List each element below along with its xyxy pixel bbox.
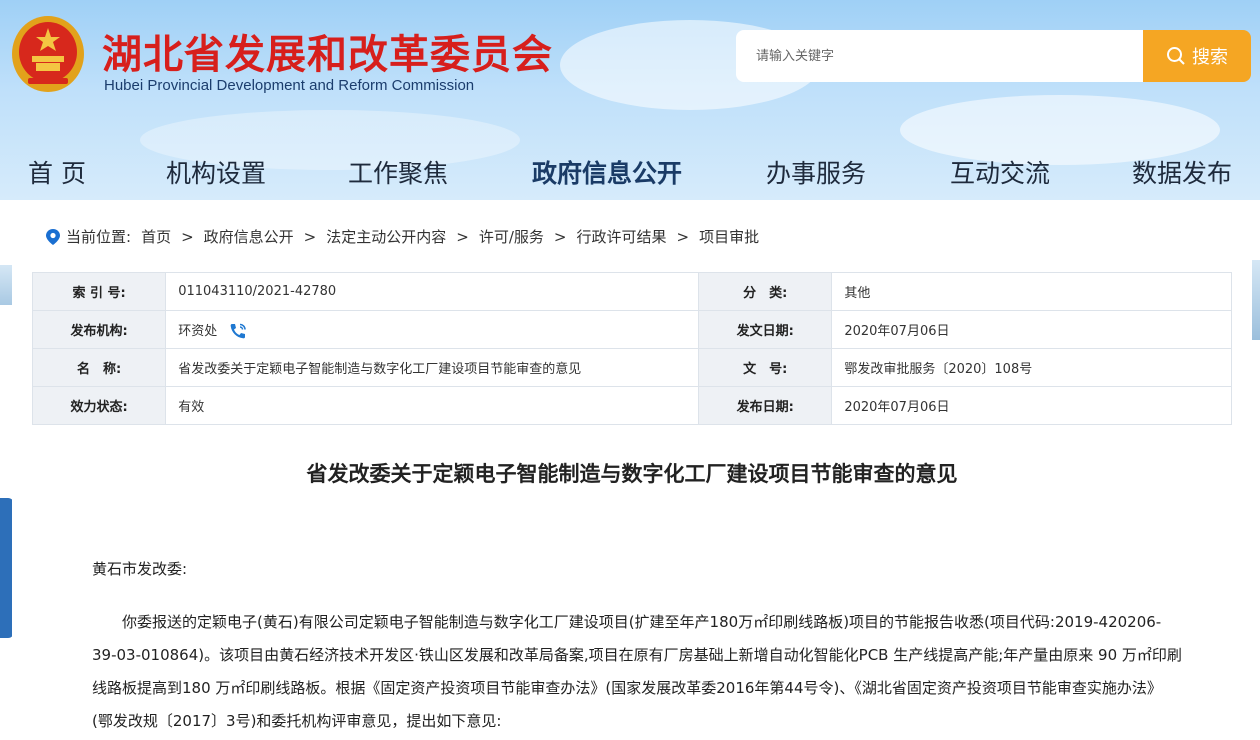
- meta-label-publish-date: 发布日期:: [698, 386, 833, 425]
- nav-work-focus[interactable]: 工作聚焦: [348, 154, 448, 190]
- search-icon: [1167, 47, 1185, 65]
- national-emblem-icon[interactable]: [10, 14, 86, 94]
- breadcrumb-separator: >: [303, 227, 317, 246]
- search-input[interactable]: [736, 30, 1144, 82]
- meta-label-doc-number: 文 号:: [698, 348, 833, 387]
- meta-label-publisher: 发布机构:: [31, 310, 167, 349]
- site-header: 湖北省发展和改革委员会 Hubei Provincial Development…: [0, 0, 1260, 200]
- document-paragraph: 你委报送的定颖电子(黄石)有限公司定颖电子智能制造与数字化工厂建设项目(扩建至年…: [92, 613, 1182, 730]
- breadcrumb-item-gov-info[interactable]: 政府信息公开: [204, 226, 294, 247]
- table-row: 名 称: 省发改委关于定颖电子智能制造与数字化工厂建设项目节能审查的意见 文 号…: [31, 348, 1232, 387]
- meta-label-name: 名 称:: [31, 348, 167, 387]
- table-row: 发布机构: 环资处 发文日期: 2020年07月06日: [31, 310, 1232, 349]
- nav-interaction[interactable]: 互动交流: [950, 154, 1050, 190]
- meta-label-category: 分 类:: [698, 272, 833, 311]
- breadcrumb-separator: >: [181, 227, 194, 246]
- meta-label-issue-date: 发文日期:: [698, 310, 833, 349]
- site-subtitle: Hubei Provincial Development and Reform …: [104, 77, 475, 94]
- main-nav: 首 页 机构设置 工作聚焦 政府信息公开 办事服务 互动交流 数据发布: [0, 150, 1260, 194]
- breadcrumb-item-home[interactable]: 首页: [141, 226, 171, 247]
- breadcrumb-separator: >: [456, 227, 469, 246]
- breadcrumb: 当前位置: 首页 > 政府信息公开 > 法定主动公开内容 > 许可/服务 > 行…: [46, 226, 759, 247]
- breadcrumb-item-results[interactable]: 行政许可结果: [576, 226, 666, 247]
- meta-value-publish-date: 2020年07月06日: [831, 386, 1232, 425]
- meta-value-doc-number: 鄂发改审批服务〔2020〕108号: [831, 348, 1232, 387]
- meta-value-publisher: 环资处: [178, 323, 218, 339]
- meta-value-category: 其他: [831, 272, 1232, 311]
- breadcrumb-label: 当前位置:: [66, 228, 132, 246]
- meta-value-name: 省发改委关于定颖电子智能制造与数字化工厂建设项目节能审查的意见: [165, 348, 700, 387]
- table-row: 索 引 号: 011043110/2021-42780 分 类: 其他: [31, 272, 1232, 311]
- breadcrumb-separator: >: [553, 227, 567, 246]
- decor-strip-right: [1252, 260, 1260, 340]
- meta-value-index: 011043110/2021-42780: [165, 272, 700, 311]
- document-title: 省发改委关于定颖电子智能制造与数字化工厂建设项目节能审查的意见: [306, 461, 958, 486]
- breadcrumb-item-license[interactable]: 许可/服务: [479, 226, 544, 247]
- search-button[interactable]: 搜索: [1143, 30, 1251, 82]
- meta-label-index: 索 引 号:: [31, 272, 167, 311]
- breadcrumb-separator: >: [676, 227, 690, 246]
- decor-strip-left: [0, 265, 12, 305]
- meta-label-validity: 效力状态:: [31, 386, 167, 425]
- meta-value-issue-date: 2020年07月06日: [831, 310, 1232, 349]
- nav-services[interactable]: 办事服务: [766, 154, 866, 190]
- location-pin-icon: [46, 228, 60, 245]
- site-title[interactable]: 湖北省发展和改革委员会: [102, 22, 553, 80]
- meta-value-publisher-cell: 环资处: [165, 310, 700, 349]
- nav-gov-info-disclosure[interactable]: 政府信息公开: [532, 154, 682, 190]
- nav-organization[interactable]: 机构设置: [166, 154, 266, 190]
- document-salutation: 黄石市发改委:: [92, 560, 188, 578]
- table-row: 效力状态: 有效 发布日期: 2020年07月06日: [31, 386, 1232, 425]
- document-meta-table: 索 引 号: 011043110/2021-42780 分 类: 其他 发布机构…: [31, 272, 1232, 425]
- document-body: 你委报送的定颖电子(黄石)有限公司定颖电子智能制造与数字化工厂建设项目(扩建至年…: [92, 606, 1182, 738]
- breadcrumb-item-statutory[interactable]: 法定主动公开内容: [326, 226, 446, 247]
- phone-icon[interactable]: [229, 323, 247, 339]
- nav-data-release[interactable]: 数据发布: [1132, 154, 1232, 190]
- breadcrumb-item-approval[interactable]: 项目审批: [699, 226, 759, 247]
- meta-value-validity: 有效: [165, 386, 700, 425]
- main-content: 当前位置: 首页 > 政府信息公开 > 法定主动公开内容 > 许可/服务 > 行…: [12, 200, 1252, 740]
- search-button-label: 搜索: [1192, 47, 1228, 68]
- nav-home[interactable]: 首 页: [28, 154, 86, 190]
